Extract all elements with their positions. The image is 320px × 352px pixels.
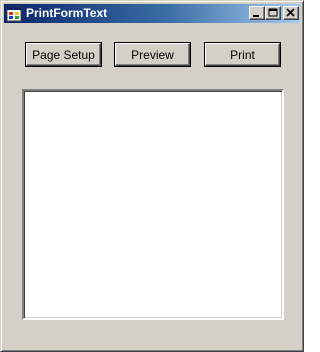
text-area[interactable]: [22, 89, 284, 320]
app-icon: [6, 6, 22, 22]
close-icon: [286, 8, 295, 17]
preview-button[interactable]: Preview: [114, 42, 191, 67]
minimize-button[interactable]: [249, 6, 265, 20]
title-bar[interactable]: PrintFormText: [4, 4, 300, 23]
maximize-icon: [268, 8, 278, 17]
close-button[interactable]: [283, 6, 299, 20]
maximize-button[interactable]: [265, 6, 281, 20]
print-button[interactable]: Print: [204, 42, 281, 67]
page-setup-button[interactable]: Page Setup: [25, 42, 102, 67]
app-window: PrintFormText Page Setup Preview Print: [0, 0, 304, 352]
window-title: PrintFormText: [26, 6, 108, 20]
minimize-icon: [253, 15, 259, 17]
